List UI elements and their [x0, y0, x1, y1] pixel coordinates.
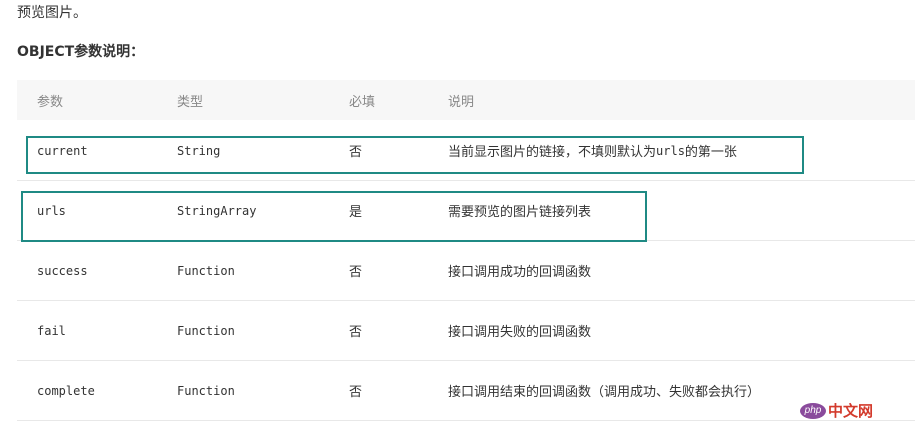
php-logo-icon: php [800, 402, 826, 419]
param-description: 接口调用成功的回调函数 [448, 265, 592, 280]
param-type: Function [177, 323, 235, 338]
param-description: 当前显示图片的链接，不填则默认为 urls 的第一张 [448, 121, 737, 180]
table-header-row: 参数 类型 必填 说明 [17, 80, 915, 120]
intro-text: 预览图片。 [17, 5, 87, 21]
watermark: php 中文网 [800, 400, 873, 421]
table-row: success Function 否 接口调用成功的回调函数 [17, 241, 915, 301]
param-type: Function [177, 263, 235, 278]
param-type: Function [177, 383, 235, 398]
param-name: current [37, 143, 88, 158]
param-type: StringArray [177, 203, 257, 218]
param-required: 否 [349, 145, 363, 160]
header-description: 说明 [448, 94, 475, 110]
param-name: success [37, 263, 88, 278]
param-required: 否 [349, 385, 363, 400]
description-text: 当前显示图片的链接，不填则默认为 [448, 145, 657, 160]
table-row: fail Function 否 接口调用失败的回调函数 [17, 301, 915, 361]
header-required: 必填 [349, 94, 376, 110]
param-description: 接口调用结束的回调函数（调用成功、失败都会执行） [448, 385, 761, 400]
param-description: 需要预览的图片链接列表 [448, 205, 592, 220]
param-required: 否 [349, 265, 363, 280]
table-row: complete Function 否 接口调用结束的回调函数（调用成功、失败都… [17, 361, 915, 421]
params-table: 参数 类型 必填 说明 current String 否 当前显示图片的链接，不… [17, 80, 915, 421]
param-name: complete [37, 383, 95, 398]
table-row: urls StringArray 是 需要预览的图片链接列表 [17, 181, 915, 241]
param-type: String [177, 143, 221, 158]
header-type: 类型 [177, 94, 204, 110]
param-name: fail [37, 323, 66, 338]
param-required: 是 [349, 205, 363, 220]
param-name: urls [37, 203, 66, 218]
watermark-text: 中文网 [828, 402, 874, 420]
description-code: urls [656, 143, 685, 158]
param-description: 接口调用失败的回调函数 [448, 325, 592, 340]
param-required: 否 [349, 325, 363, 340]
description-text-end: 的第一张 [684, 145, 737, 160]
header-param: 参数 [37, 94, 64, 110]
section-title: OBJECT参数说明： [17, 44, 145, 60]
table-row: current String 否 当前显示图片的链接，不填则默认为 urls 的… [17, 121, 915, 181]
